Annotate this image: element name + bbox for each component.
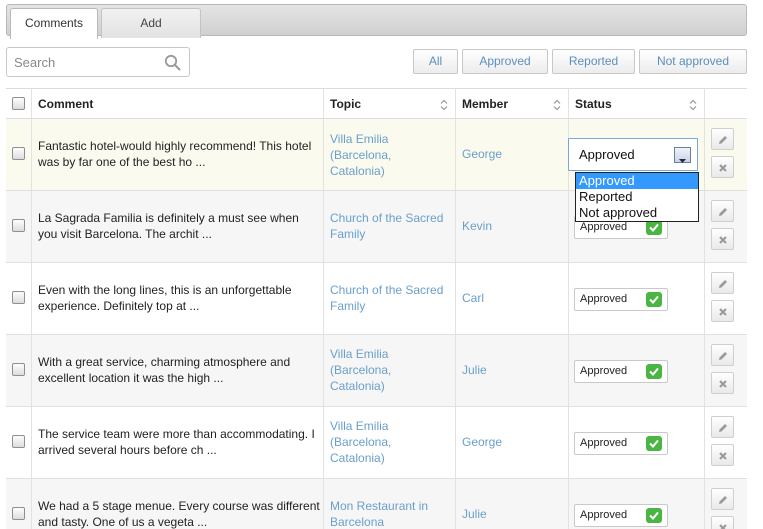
delete-button[interactable]	[711, 516, 734, 529]
topic-link[interactable]: Mon Restaurant in Barcelona	[330, 498, 440, 529]
topic-link[interactable]: Villa Emilia (Barcelona, Catalonia)	[330, 418, 420, 466]
topic-link[interactable]: Villa Emilia (Barcelona, Catalonia)	[330, 346, 420, 394]
check-icon	[646, 508, 662, 523]
pencil-icon	[719, 280, 727, 288]
comment-text: La Sagrada Familia is definitely a must …	[38, 211, 299, 241]
edit-button[interactable]	[711, 272, 734, 294]
edit-button[interactable]	[711, 128, 734, 150]
search-input[interactable]	[7, 48, 157, 76]
row-checkbox[interactable]	[12, 435, 25, 448]
header-comment[interactable]: Comment	[32, 89, 324, 118]
topic-link[interactable]: Villa Emilia (Barcelona, Catalonia)	[330, 131, 420, 179]
status-dropdown-list: Approved Reported Not approved	[575, 172, 699, 222]
header-status[interactable]: Status	[575, 97, 612, 111]
filter-not-approved-button[interactable]: Not approved	[639, 49, 747, 74]
pencil-icon	[719, 424, 727, 432]
dropdown-arrow-button[interactable]	[674, 147, 691, 163]
header-topic[interactable]: Topic	[330, 97, 361, 111]
search-icon[interactable]	[164, 54, 181, 71]
delete-button[interactable]	[711, 228, 734, 250]
check-icon	[646, 364, 662, 379]
comment-text: Even with the long lines, this is an unf…	[38, 283, 292, 313]
member-link[interactable]: Julie	[462, 507, 487, 521]
comment-text: Fantastic hotel-would highly recommend! …	[38, 139, 312, 169]
status-value: Approved	[580, 437, 628, 449]
filter-reported-button[interactable]: Reported	[552, 49, 635, 74]
filter-approved-button[interactable]: Approved	[462, 49, 548, 74]
member-link[interactable]: George	[462, 435, 502, 449]
tab-comments[interactable]: Comments	[10, 8, 98, 39]
pencil-icon	[719, 136, 727, 144]
table-row: The service team were more than accommod…	[6, 407, 747, 479]
tab-add-comment[interactable]: Add comment	[101, 8, 201, 58]
check-icon	[646, 292, 662, 307]
status-select[interactable]: Approved	[574, 360, 668, 383]
member-link[interactable]: Carl	[462, 291, 484, 305]
row-checkbox[interactable]	[12, 507, 25, 520]
close-icon	[719, 452, 727, 460]
status-value: Approved	[580, 509, 628, 521]
close-icon	[719, 236, 727, 244]
delete-button[interactable]	[711, 156, 734, 178]
check-icon	[646, 220, 662, 235]
filter-all-button[interactable]: All	[413, 49, 458, 74]
table-row: With a great service, charming atmospher…	[6, 335, 747, 407]
close-icon	[719, 164, 727, 172]
table-header: Comment Topic Member Status	[6, 88, 747, 119]
header-member[interactable]: Member	[462, 97, 508, 111]
edit-button[interactable]	[711, 200, 734, 222]
close-icon	[719, 524, 727, 529]
close-icon	[719, 380, 727, 388]
edit-button[interactable]	[711, 344, 734, 366]
tab-bar: Comments Add comment	[6, 4, 747, 58]
edit-button[interactable]	[711, 488, 734, 510]
pencil-icon	[719, 352, 727, 360]
topic-link[interactable]: Church of the Sacred Family	[330, 210, 452, 242]
topic-link[interactable]: Church of the Sacred Family	[330, 282, 452, 314]
delete-button[interactable]	[711, 300, 734, 322]
table-row: We had a 5 stage menue. Every course was…	[6, 479, 747, 529]
member-link[interactable]: Julie	[462, 363, 487, 377]
chevron-down-icon	[679, 159, 686, 163]
check-icon	[646, 436, 662, 451]
comment-text: The service team were more than accommod…	[38, 427, 315, 457]
sort-icon[interactable]	[553, 99, 561, 111]
status-value: Approved	[580, 221, 628, 233]
option-reported[interactable]: Reported	[576, 189, 698, 205]
comment-text: With a great service, charming atmospher…	[38, 355, 291, 385]
pencil-icon	[719, 496, 727, 504]
row-checkbox[interactable]	[12, 291, 25, 304]
table-row: Even with the long lines, this is an unf…	[6, 263, 747, 335]
status-select-value: Approved	[579, 147, 635, 162]
select-all-checkbox[interactable]	[12, 97, 25, 110]
member-link[interactable]: Kevin	[462, 219, 492, 233]
option-approved[interactable]: Approved	[576, 173, 698, 189]
status-select[interactable]: Approved	[574, 504, 668, 527]
delete-button[interactable]	[711, 372, 734, 394]
row-checkbox[interactable]	[12, 363, 25, 376]
row-checkbox[interactable]	[12, 147, 25, 160]
close-icon	[719, 308, 727, 316]
row-checkbox[interactable]	[12, 219, 25, 232]
status-select[interactable]: Approved	[574, 288, 668, 311]
delete-button[interactable]	[711, 444, 734, 466]
status-value: Approved	[580, 293, 628, 305]
status-select-open[interactable]: Approved	[568, 138, 698, 171]
search-box	[6, 47, 190, 77]
member-link[interactable]: George	[462, 147, 502, 161]
sort-icon[interactable]	[440, 99, 448, 111]
status-select[interactable]: Approved	[574, 432, 668, 455]
comment-text: We had a 5 stage menue. Every course was…	[38, 499, 320, 529]
sort-icon[interactable]	[689, 99, 697, 111]
pencil-icon	[719, 208, 727, 216]
edit-button[interactable]	[711, 416, 734, 438]
option-not-approved[interactable]: Not approved	[576, 205, 698, 221]
status-value: Approved	[580, 365, 628, 377]
